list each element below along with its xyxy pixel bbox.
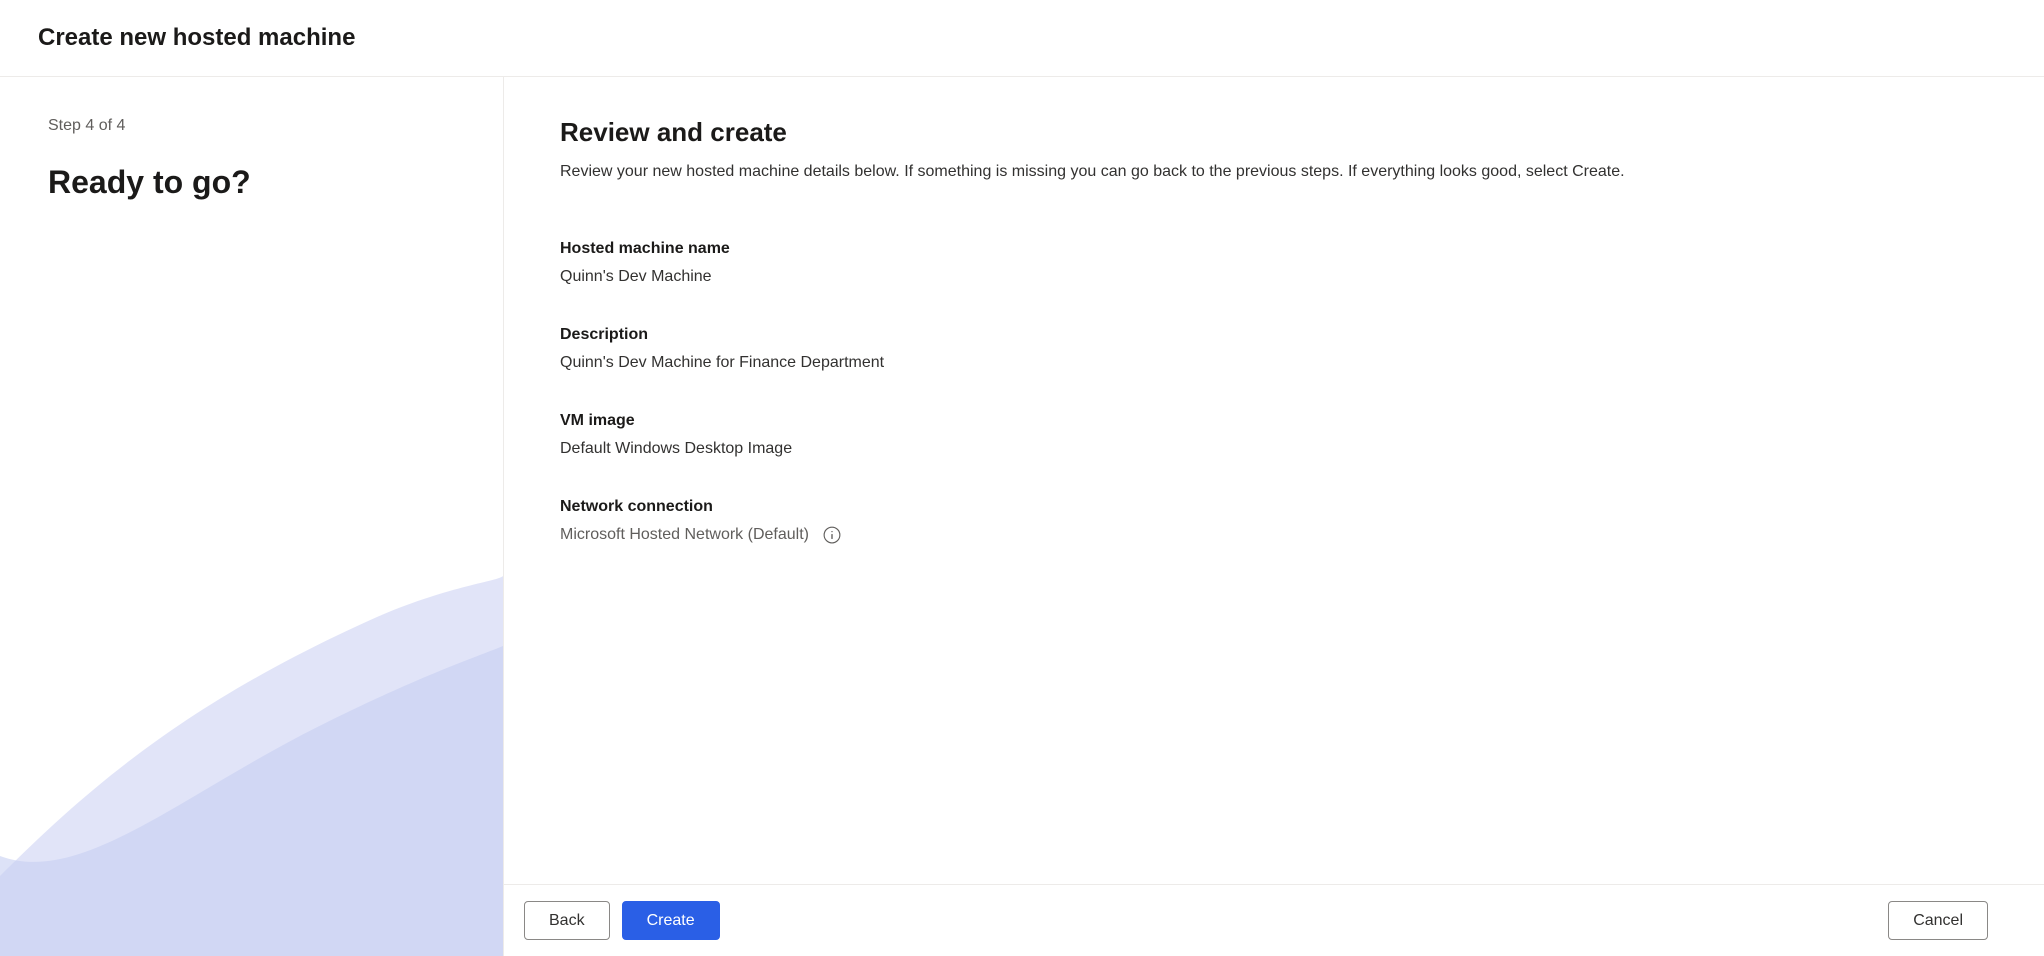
sidebar-title: Ready to go? [48,163,455,201]
wizard-footer: Back Create Cancel [504,884,2044,956]
wizard-title: Create new hosted machine [38,24,2006,52]
wave-decoration [0,576,503,956]
content-area: Step 4 of 4 Ready to go? Review and crea… [0,77,2044,956]
step-indicator: Step 4 of 4 [48,117,455,135]
back-button[interactable]: Back [524,901,610,940]
review-subtitle: Review your new hosted machine details b… [560,160,1988,184]
wizard-sidebar: Step 4 of 4 Ready to go? [0,77,504,956]
info-icon[interactable] [823,526,841,544]
machine-name-value: Quinn's Dev Machine [560,268,1988,286]
vm-image-label: VM image [560,412,1988,430]
network-value: Microsoft Hosted Network (Default) [560,526,809,544]
description-label: Description [560,326,1988,344]
field-vm-image: VM image Default Windows Desktop Image [560,412,1988,458]
field-description: Description Quinn's Dev Machine for Fina… [560,326,1988,372]
main-body: Review and create Review your new hosted… [504,77,2044,884]
machine-name-label: Hosted machine name [560,240,1988,258]
create-button[interactable]: Create [622,901,720,940]
field-network: Network connection Microsoft Hosted Netw… [560,498,1988,544]
network-value-row: Microsoft Hosted Network (Default) [560,526,1988,544]
review-title: Review and create [560,117,1988,148]
wizard-header: Create new hosted machine [0,0,2044,77]
cancel-button[interactable]: Cancel [1888,901,1988,940]
field-machine-name: Hosted machine name Quinn's Dev Machine [560,240,1988,286]
description-value: Quinn's Dev Machine for Finance Departme… [560,354,1988,372]
vm-image-value: Default Windows Desktop Image [560,440,1988,458]
main-content: Review and create Review your new hosted… [504,77,2044,956]
network-label: Network connection [560,498,1988,516]
footer-left: Back Create [524,901,720,940]
